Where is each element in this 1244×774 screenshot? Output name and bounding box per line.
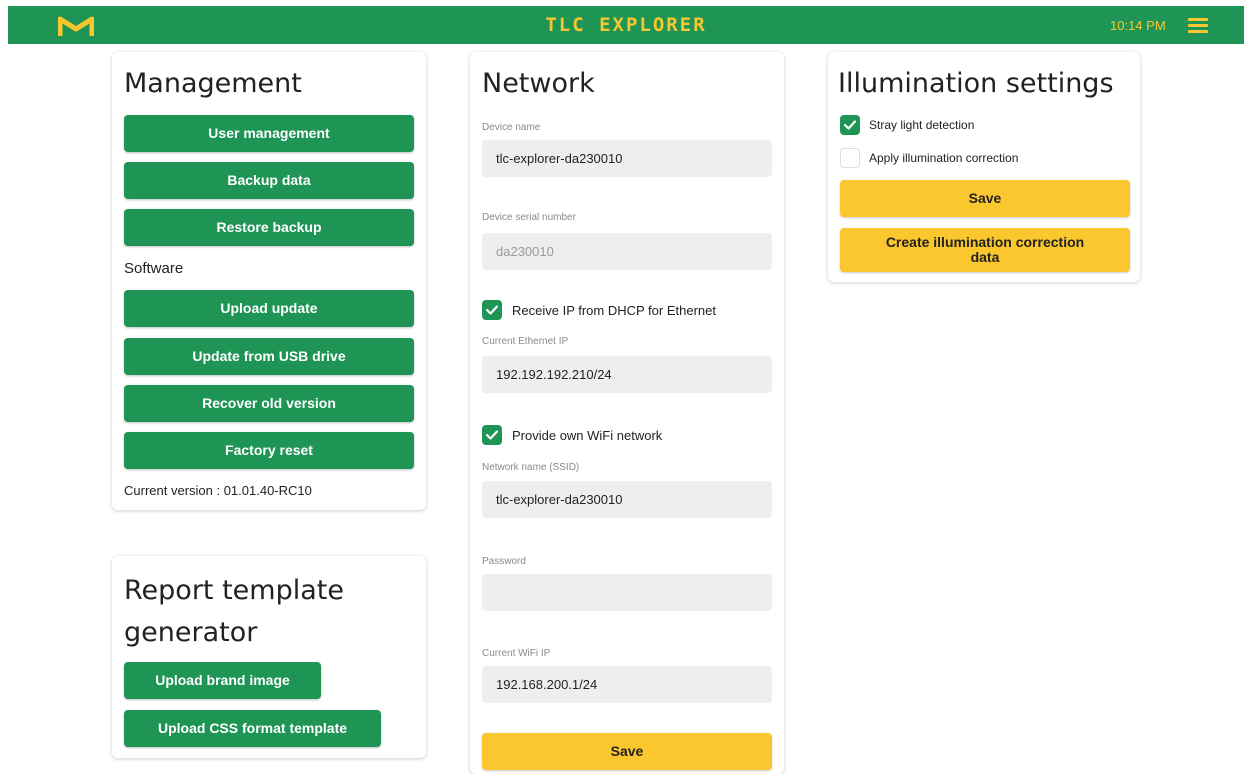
restore-backup-button[interactable]: Restore backup bbox=[124, 209, 414, 246]
report-template-title: Report template generator bbox=[124, 575, 344, 648]
clock-time: 10:14 PM bbox=[1110, 18, 1166, 33]
user-management-button[interactable]: User management bbox=[124, 115, 414, 152]
network-title: Network bbox=[482, 68, 595, 99]
dhcp-checkbox[interactable] bbox=[482, 300, 502, 320]
current-version-text: Current version : 01.01.40-RC10 bbox=[124, 483, 312, 498]
wifi-ip-label: Current WiFi IP bbox=[482, 648, 551, 659]
device-serial-input: da230010 bbox=[482, 233, 772, 270]
illumination-correction-checkbox[interactable] bbox=[840, 148, 860, 168]
wifi-network-checkbox[interactable] bbox=[482, 425, 502, 445]
illumination-save-button[interactable]: Save bbox=[840, 180, 1130, 217]
top-app-bar: TLC EXPLORER 10:14 PM bbox=[8, 6, 1244, 44]
create-correction-data-button[interactable]: Create illumination correction data bbox=[840, 228, 1130, 272]
password-input[interactable] bbox=[482, 574, 772, 611]
upload-update-button[interactable]: Upload update bbox=[124, 290, 414, 327]
ssid-input[interactable]: tlc-explorer-da230010 bbox=[482, 481, 772, 518]
factory-reset-button[interactable]: Factory reset bbox=[124, 432, 414, 469]
ethernet-ip-label: Current Ethernet IP bbox=[482, 336, 569, 347]
device-name-input[interactable]: tlc-explorer-da230010 bbox=[482, 140, 772, 177]
report-template-card: Report template generator Upload brand i… bbox=[112, 556, 426, 758]
stray-light-label: Stray light detection bbox=[869, 118, 975, 132]
illumination-card: Illumination settings Stray light detect… bbox=[828, 52, 1140, 282]
update-from-usb-button[interactable]: Update from USB drive bbox=[124, 338, 414, 375]
software-heading: Software bbox=[124, 260, 184, 277]
check-icon bbox=[486, 430, 498, 440]
illumination-title: Illumination settings bbox=[838, 68, 1114, 99]
illumination-correction-label: Apply illumination correction bbox=[869, 151, 1019, 165]
dhcp-label: Receive IP from DHCP for Ethernet bbox=[512, 303, 716, 318]
upload-brand-image-button[interactable]: Upload brand image bbox=[124, 662, 321, 699]
management-card: Management User management Backup data R… bbox=[112, 52, 426, 510]
network-save-button[interactable]: Save bbox=[482, 733, 772, 770]
check-icon bbox=[486, 305, 498, 315]
upload-css-template-button[interactable]: Upload CSS format template bbox=[124, 710, 381, 747]
check-icon bbox=[844, 120, 856, 130]
ssid-label: Network name (SSID) bbox=[482, 462, 580, 473]
ethernet-ip-input[interactable]: 192.192.192.210/24 bbox=[482, 356, 772, 393]
password-label: Password bbox=[482, 556, 526, 567]
wifi-network-label: Provide own WiFi network bbox=[512, 428, 663, 443]
network-card: Network Device name tlc-explorer-da23001… bbox=[470, 52, 784, 774]
recover-old-version-button[interactable]: Recover old version bbox=[124, 385, 414, 422]
hamburger-menu-icon[interactable] bbox=[1188, 18, 1208, 33]
device-serial-label: Device serial number bbox=[482, 212, 576, 223]
management-title: Management bbox=[124, 68, 302, 99]
wifi-ip-input[interactable]: 192.168.200.1/24 bbox=[482, 666, 772, 703]
app-title: TLC EXPLORER bbox=[545, 14, 707, 36]
backup-data-button[interactable]: Backup data bbox=[124, 162, 414, 199]
device-name-label: Device name bbox=[482, 122, 541, 133]
stray-light-checkbox[interactable] bbox=[840, 115, 860, 135]
